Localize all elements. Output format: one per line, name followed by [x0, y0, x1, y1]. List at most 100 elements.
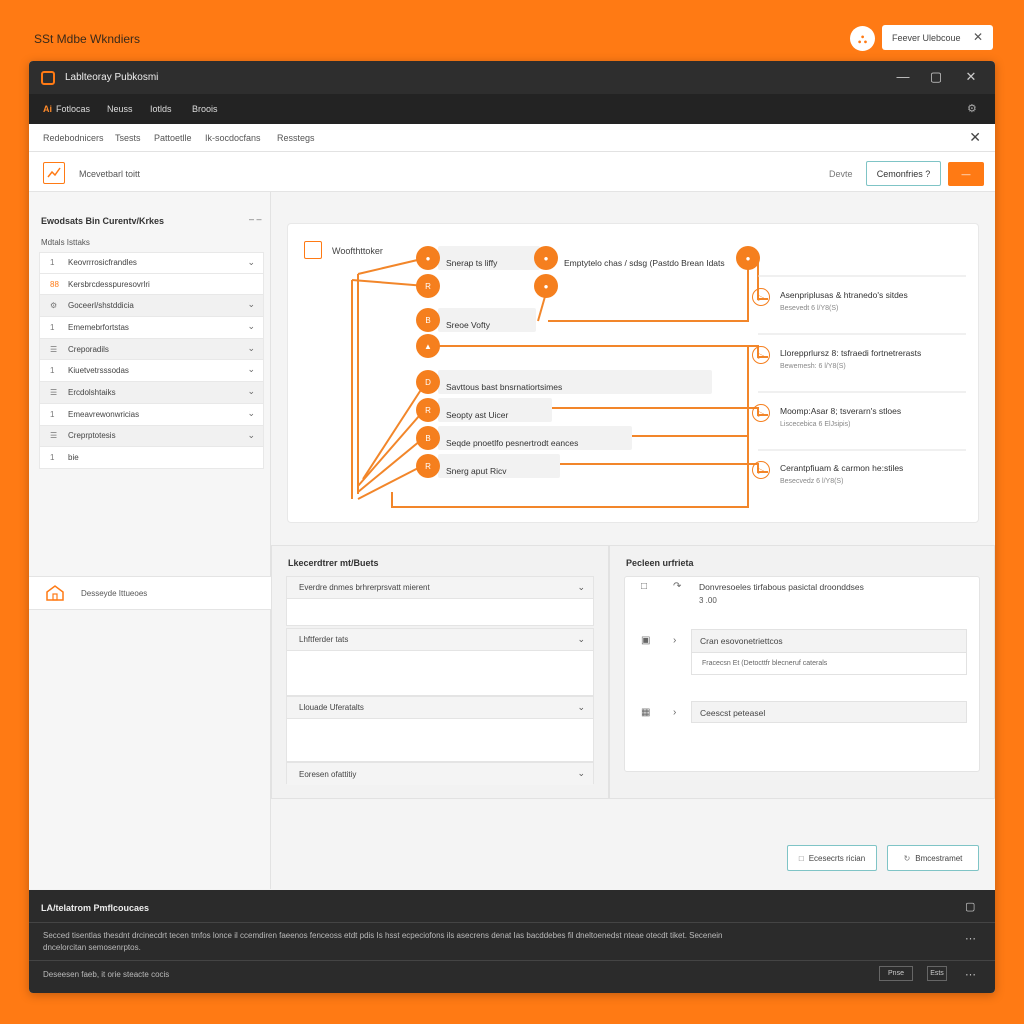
user-avatar-icon[interactable]: ⛬ [850, 26, 875, 51]
notification-chip[interactable]: Feever Ulebcoue ✕ [882, 25, 993, 50]
node-dot-icon[interactable]: R [416, 398, 440, 422]
chevron-down-icon[interactable]: ⌄ [577, 702, 585, 713]
accordion-section[interactable]: Llouade Uferatalts ⌄ [286, 696, 594, 762]
accordion-header[interactable]: Eoresen ofattitiy ⌄ [287, 763, 593, 785]
more-icon[interactable]: ⋯ [965, 968, 976, 981]
chevron-down-icon[interactable]: ⌄ [247, 343, 255, 354]
workflow-node[interactable]: Snerg aput Ricv [438, 454, 560, 478]
chevron-down-icon[interactable]: ⌄ [247, 386, 255, 397]
accordion-header[interactable]: Llouade Uferatalts ⌄ [287, 697, 593, 719]
node-dot-icon[interactable]: ● [736, 246, 760, 270]
chevron-down-icon[interactable]: ⌄ [247, 364, 255, 375]
workflow-node[interactable]: Sreoe Vofty [438, 308, 536, 332]
file-icon: ▣ [641, 635, 651, 646]
accordion-header[interactable]: Lhftferder tats ⌄ [287, 629, 593, 651]
item-icon: 1 [50, 453, 55, 463]
refresh-icon: ↻ [903, 853, 911, 863]
node-dot-icon[interactable]: ● [534, 274, 558, 298]
tab-ik-socdocfans[interactable]: Ik-socdocfans [205, 133, 261, 143]
sidebar-group[interactable]: ☰ Ercdolshtaiks ⌄ [39, 382, 264, 404]
sidebar-item[interactable]: 1 Ememebrfortstas ⌄ [39, 317, 264, 339]
close-icon[interactable]: ✕ [973, 30, 983, 44]
menu-item-iotlds[interactable]: Iotlds [150, 104, 172, 114]
console-log-text: Secced tisentlas thesdnt drcinecdrt tece… [43, 931, 723, 952]
configure-button[interactable]: Cemonfries ? [866, 161, 941, 186]
node-dot-icon[interactable]: B [416, 426, 440, 450]
workflow-node[interactable]: Seqde pnoetlfo pesnertrodt eances [438, 426, 632, 450]
toolbar-link[interactable]: Devte [829, 169, 853, 179]
chevron-down-icon[interactable]: ⌄ [247, 430, 255, 441]
item-icon: 1 [50, 409, 55, 419]
node-dot-icon[interactable]: R [416, 454, 440, 478]
node-label: Savttous bast bnsrnatiortsimes [446, 382, 563, 392]
workflow-node[interactable]: Snerap ts liffy [438, 246, 540, 270]
tab-redebodnicers[interactable]: Redebodnicers [43, 133, 104, 143]
primary-action-button[interactable]: — [948, 162, 984, 186]
node-dot-icon[interactable]: ● [534, 246, 558, 270]
console-tests-button[interactable]: Ests [927, 966, 947, 981]
menu-item-broois[interactable]: Broois [192, 104, 218, 114]
tertiary-action-button[interactable]: ↻ Bmcestramet [887, 845, 979, 871]
chevron-down-icon[interactable]: ⌄ [577, 768, 585, 779]
sidebar-item[interactable]: 1 Kiuetvetrsssodas ⌄ [39, 360, 264, 383]
workflow-node[interactable]: Savttous bast bnsrnatiortsimes [438, 370, 712, 394]
accordion-header[interactable]: Everdre dnmes brhrerprsvatt mierent ⌄ [287, 577, 593, 599]
output-icon: ▷ [752, 346, 770, 364]
chevron-down-icon[interactable]: ⌄ [247, 321, 255, 332]
chevron-down-icon[interactable]: ⌄ [247, 299, 255, 310]
node-dot-icon[interactable]: ● [416, 246, 440, 270]
sidebar-group[interactable]: ☰ Creprptotesis ⌄ [39, 425, 264, 448]
tab-pattoetlle[interactable]: Pattoetlle [154, 133, 192, 143]
node-dot-icon[interactable]: D [416, 370, 440, 394]
node-dot-icon[interactable]: B [416, 308, 440, 332]
tab-tsests[interactable]: Tsests [115, 133, 141, 143]
accordion-section[interactable]: Everdre dnmes brhrerprsvatt mierent ⌄ [286, 576, 594, 626]
close-tab-icon[interactable]: ✕ [969, 129, 981, 146]
toolbar-label: Mcevetbarl toitt [79, 169, 141, 179]
chat-icon[interactable]: ▢ [965, 900, 975, 913]
sidebar-heading: Ewodsats Bin Curentv/Krkes [41, 216, 165, 226]
accordion-section[interactable]: Eoresen ofattitiy ⌄ [286, 762, 594, 785]
node-dot-icon[interactable]: ▲ [416, 334, 440, 358]
preview-box[interactable]: Cran esovonetriettcos Fracecsn Et (Detoc… [691, 629, 967, 675]
properties-panel: Lkecerdtrer mt/Buets Everdre dnmes brhre… [271, 545, 609, 799]
minimize-button[interactable]: — [895, 69, 911, 84]
chevron-down-icon[interactable]: ⌄ [577, 634, 585, 645]
menu-item-fotlocas[interactable]: Ai Fotlocas [43, 104, 90, 114]
accordion-section[interactable]: Lhftferder tats ⌄ [286, 628, 594, 696]
menu-item-neuss[interactable]: Neuss [107, 104, 133, 114]
sidebar-item[interactable]: 88 Kersbrcdesspuresovrlri [39, 273, 264, 296]
settings-icon[interactable]: ⚙ [967, 102, 977, 115]
output-sub: Liscecebica 6 ElJsipis) [780, 421, 851, 428]
chart-icon[interactable] [43, 162, 65, 184]
app-logo-icon [41, 71, 55, 85]
sidebar-group[interactable]: ☰ Creporadils ⌄ [39, 338, 264, 361]
secondary-action-button[interactable]: □ Ecesecrts rician [787, 845, 877, 871]
sidebar-item[interactable]: 1 Emeavrewonwricias ⌄ [39, 403, 264, 426]
node-label: Snerg aput Ricv [446, 466, 507, 476]
workflow-node[interactable]: Seopty ast Uicer [438, 398, 552, 422]
preview-sub: 3 .00 [699, 596, 717, 605]
tab-resstegs[interactable]: Resstegs [277, 133, 315, 143]
sidebar-collapse-icon[interactable]: – – [249, 214, 262, 224]
console-pause-button[interactable]: Pnse [879, 966, 913, 981]
node-dot-icon[interactable]: R [416, 274, 440, 298]
chevron-down-icon[interactable]: ⌄ [247, 257, 255, 268]
chevron-down-icon[interactable]: ⌄ [247, 408, 255, 419]
sidebar-group[interactable]: ⚙ Goceerl/shstddicia ⌄ [39, 295, 264, 318]
preview-panel: Pecleen urfrieta □ ↷ Donvresoeles tirfab… [609, 545, 995, 799]
more-icon[interactable]: ⋯ [965, 932, 976, 945]
workflow-node[interactable]: Emptytelo chas / sdsg (Pastdo Brean Idat… [556, 246, 746, 270]
maximize-button[interactable]: ▢ [928, 69, 944, 85]
sidebar-footer-item[interactable]: Desseyde Ittueoes [29, 576, 271, 610]
close-window-button[interactable]: ✕ [963, 69, 979, 85]
preview-box[interactable]: Ceescst peteasel [691, 701, 967, 723]
sidebar-item-label: bie [68, 453, 79, 463]
workflow-canvas[interactable]: Woofthttoker Snerap ts liffy Sreoe Vofty… [287, 223, 979, 523]
sidebar-item-label: Kiuetvetrsssodas [68, 366, 129, 376]
toolbar: Mcevetbarl toitt Devte Cemonfries ? — [29, 152, 995, 192]
sidebar-item[interactable]: 1 bie [39, 447, 264, 469]
output-label: Cerantpfiuam & carmon he:stiles [780, 463, 904, 473]
sidebar-item[interactable]: 1 Keovrrrosicfrandles ⌄ [39, 252, 264, 274]
chevron-down-icon[interactable]: ⌄ [577, 582, 585, 593]
